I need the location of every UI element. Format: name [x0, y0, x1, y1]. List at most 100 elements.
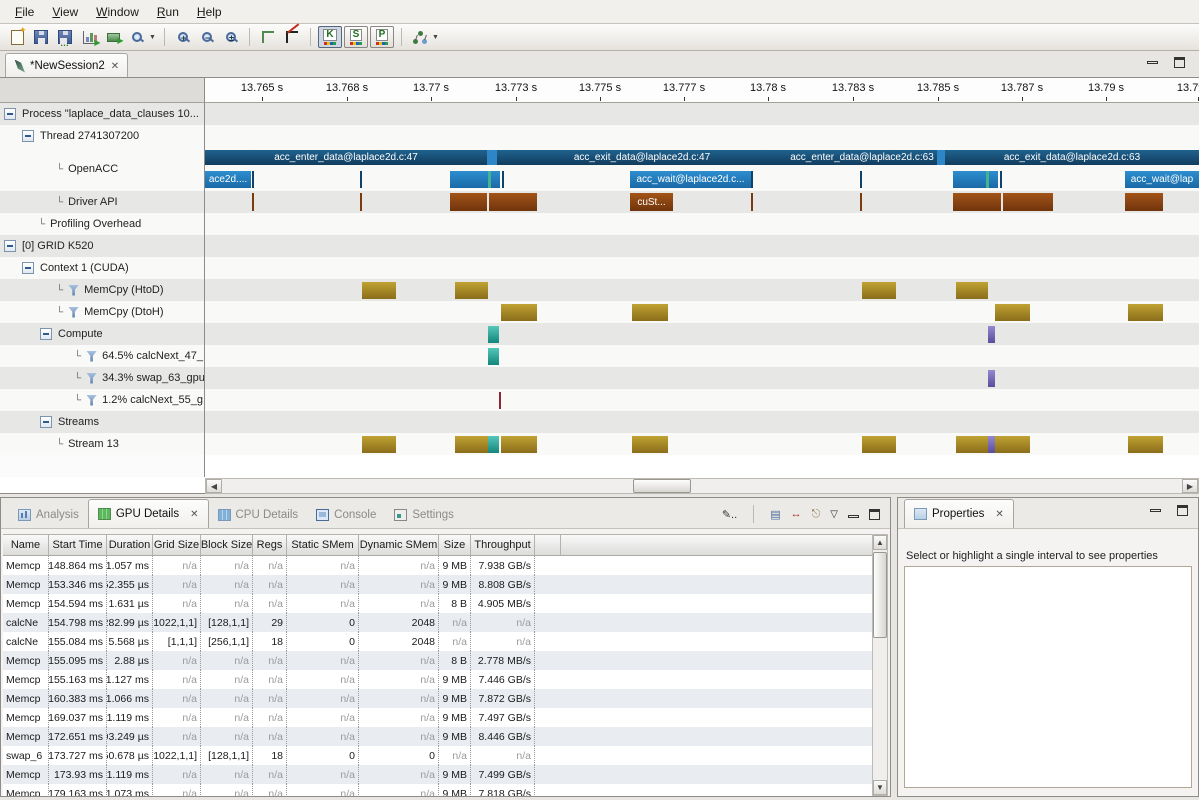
timeline-bar-compute[interactable]: [488, 326, 499, 343]
expander-minus-icon[interactable]: [40, 416, 52, 428]
timeline-bar-stream13[interactable]: [862, 436, 896, 453]
timeline-bar-driver-api[interactable]: [1125, 193, 1163, 211]
view-menu-caret[interactable]: ▽: [830, 509, 838, 520]
timeline-bar-memcpy-htod[interactable]: [362, 282, 396, 299]
toggle-s-button[interactable]: S: [344, 26, 368, 48]
timeline-bar-openacc-wait[interactable]: [491, 171, 500, 188]
timeline-bar-openacc-wait[interactable]: [953, 171, 986, 188]
table-row[interactable]: calcNe154.798 ms282.99 µs1022,1,1][128,1…: [3, 613, 872, 632]
timeline-hscrollbar[interactable]: ◀ ▶: [205, 478, 1199, 494]
clear-marks-button[interactable]: [281, 27, 303, 48]
analysis-dropdown-caret[interactable]: ▼: [432, 34, 439, 41]
edit-filter-icon[interactable]: ✎..: [722, 508, 737, 521]
menu-item-view[interactable]: View: [43, 2, 87, 22]
zoom-out-button[interactable]: −: [196, 27, 218, 48]
expander-minus-icon[interactable]: [22, 130, 34, 142]
session-tab-close-icon[interactable]: ✕: [111, 61, 119, 72]
timeline-bar-openacc-data[interactable]: [937, 150, 945, 165]
expander-minus-icon[interactable]: [4, 240, 16, 252]
table-row[interactable]: Memcp148.864 ms1.057 msn/an/an/an/an/a9 …: [3, 556, 872, 575]
menu-item-help[interactable]: Help: [188, 2, 231, 22]
timeline-bar-openacc-wait[interactable]: [751, 171, 753, 188]
toggle-p-button[interactable]: P: [370, 26, 394, 48]
timeline-bar-openacc-data[interactable]: acc_enter_data@laplace2d.c:63: [787, 150, 937, 165]
minimize-view-icon[interactable]: [1147, 61, 1158, 64]
resize-columns-icon[interactable]: ↔: [791, 508, 802, 520]
tree-item-grid-k520[interactable]: [0] GRID K520: [0, 235, 204, 257]
tree-item-context1[interactable]: Context 1 (CUDA): [0, 257, 204, 279]
tree-item-process[interactable]: Process "laplace_data_clauses 10...: [0, 103, 204, 125]
table-row[interactable]: swap_6173.727 ms50.678 µs1022,1,1][128,1…: [3, 746, 872, 765]
timeline-bar-openacc-wait[interactable]: [989, 171, 998, 188]
minimize-panel-icon[interactable]: [848, 515, 859, 518]
table-row[interactable]: Memcp173.93 ms1.119 msn/an/an/an/an/a9 M…: [3, 765, 872, 784]
scroll-left-arrow[interactable]: ◀: [206, 479, 222, 493]
show-metrics-button[interactable]: [78, 27, 100, 48]
timeline-bar-openacc-wait[interactable]: [860, 171, 862, 188]
expander-minus-icon[interactable]: [22, 262, 34, 274]
timeline-bar-stream13[interactable]: [995, 436, 1030, 453]
table-row[interactable]: Memcp155.163 ms1.127 msn/an/an/an/an/a9 …: [3, 670, 872, 689]
timeline-bar-openacc-data[interactable]: acc_exit_data@laplace2d.c:63: [945, 150, 1199, 165]
table-row[interactable]: calcNe155.084 ms5.568 µs[1,1,1][256,1,1]…: [3, 632, 872, 651]
filter-funnel-icon[interactable]: [68, 285, 79, 296]
tab-settings[interactable]: Settings: [385, 502, 463, 528]
column-header-start-time[interactable]: Start Time: [49, 535, 107, 555]
tree-item-profiling[interactable]: └Profiling Overhead: [0, 213, 204, 235]
tab-cpu-details[interactable]: CPU Details: [209, 502, 308, 528]
filter-funnel-icon[interactable]: [86, 351, 97, 362]
timeline-bar-openacc-wait[interactable]: acc_wait@laplace2d.c...: [630, 171, 751, 188]
expander-minus-icon[interactable]: [40, 328, 52, 340]
timeline-bar-openacc-wait[interactable]: [252, 171, 254, 188]
filter-funnel-icon[interactable]: [86, 373, 97, 384]
timeline-bar-openacc-wait[interactable]: [1000, 171, 1002, 188]
tree-item-kernel-swap63[interactable]: └34.3% swap_63_gpu: [0, 367, 204, 389]
filter-funnel-icon[interactable]: [68, 307, 79, 318]
timeline-bar-openacc-wait[interactable]: [360, 171, 362, 188]
zoom-reset-button[interactable]: ±: [220, 27, 242, 48]
menu-item-run[interactable]: Run: [148, 2, 188, 22]
timeline-bar-openacc-data[interactable]: acc_enter_data@laplace2d.c:47: [205, 150, 487, 165]
table-vscrollbar[interactable]: ▲ ▼: [872, 534, 888, 796]
export-icon[interactable]: ⎋: [812, 508, 821, 521]
tree-item-kernel-calcnext55[interactable]: └1.2% calcNext_55_g...: [0, 389, 204, 411]
tab-gpu-details[interactable]: GPU Details✕: [88, 499, 209, 528]
table-row[interactable]: Memcp169.037 ms1.119 msn/an/an/an/an/a9 …: [3, 708, 872, 727]
table-row[interactable]: Memcp154.594 ms1.631 µsn/an/an/an/an/a8 …: [3, 594, 872, 613]
timeline-bar-memcpy-dtoh[interactable]: [1128, 304, 1163, 321]
tree-item-driver-api[interactable]: └Driver API: [0, 191, 204, 213]
table-row[interactable]: Memcp172.651 ms93.249 µsn/an/an/an/an/a9…: [3, 727, 872, 746]
timeline-bar-memcpy-htod[interactable]: [862, 282, 896, 299]
column-header-regs[interactable]: Regs: [253, 535, 287, 555]
timeline-bar-driver-api[interactable]: [360, 193, 362, 211]
tree-item-memcpy-dtoh[interactable]: └MemCpy (DtoH): [0, 301, 204, 323]
column-header-block-size[interactable]: Block Size: [201, 535, 253, 555]
layout-icon[interactable]: ▤: [770, 508, 780, 521]
tab-close-icon[interactable]: ✕: [190, 509, 198, 520]
timeline-bar-openacc-wait[interactable]: acc_wait@lap: [1125, 171, 1199, 188]
tree-item-memcpy-htod[interactable]: └MemCpy (HtoD): [0, 279, 204, 301]
timeline-bar-driver-api[interactable]: [450, 193, 487, 211]
save-all-button[interactable]: [54, 27, 76, 48]
examine-dropdown-caret[interactable]: ▼: [149, 34, 156, 41]
timeline-bar-stream13[interactable]: [362, 436, 396, 453]
column-header-grid-size[interactable]: Grid Size: [153, 535, 201, 555]
timeline-bar-driver-api[interactable]: [953, 193, 1001, 211]
timeline-bar-openacc-data[interactable]: [487, 150, 497, 165]
table-row[interactable]: Memcp153.346 ms52.355 µsn/an/an/an/an/a9…: [3, 575, 872, 594]
tree-item-kernel-calcnext47[interactable]: └64.5% calcNext_47_...: [0, 345, 204, 367]
timeline-bar-stream13[interactable]: [988, 436, 995, 453]
tree-item-openacc[interactable]: └OpenACC: [0, 147, 204, 191]
tree-item-stream13[interactable]: └Stream 13: [0, 433, 204, 455]
timeline-bar-memcpy-dtoh[interactable]: [995, 304, 1030, 321]
scroll-right-arrow[interactable]: ▶: [1182, 479, 1198, 493]
resume-button[interactable]: [102, 27, 124, 48]
tab-console[interactable]: Console: [307, 502, 385, 528]
timeline-bar-openacc-wait[interactable]: ace2d....: [205, 171, 251, 188]
tree-item-compute[interactable]: Compute: [0, 323, 204, 345]
timeline-bar-memcpy-dtoh[interactable]: [632, 304, 668, 321]
column-header-duration[interactable]: Duration: [107, 535, 153, 555]
tab-analysis[interactable]: Analysis: [9, 502, 88, 528]
examine-button[interactable]: [126, 27, 148, 48]
timeline-bar-kernel-calcnext55[interactable]: [499, 392, 501, 409]
